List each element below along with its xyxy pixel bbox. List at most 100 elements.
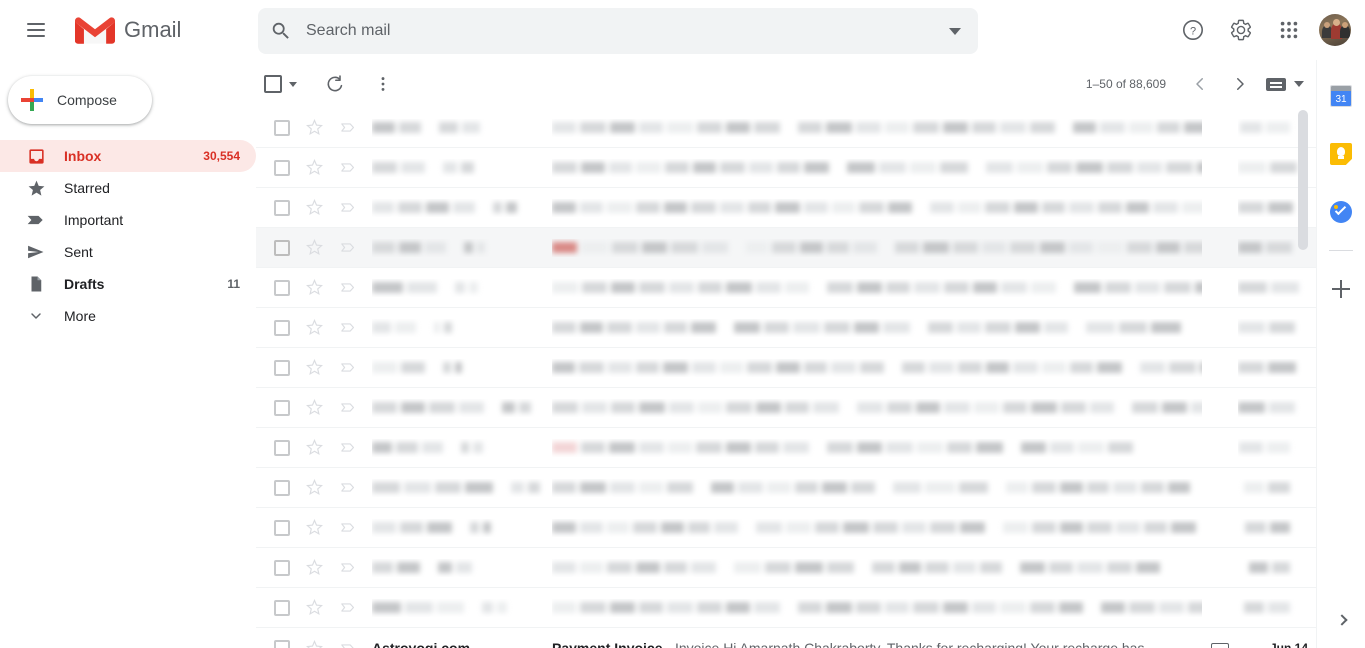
star-icon[interactable] — [304, 158, 324, 178]
important-icon[interactable] — [338, 438, 358, 458]
search-icon[interactable] — [258, 8, 304, 54]
star-icon[interactable] — [304, 478, 324, 498]
main-menu-icon[interactable] — [12, 6, 60, 54]
important-icon[interactable] — [338, 518, 358, 538]
table-row[interactable] — [256, 148, 1316, 188]
row-checkbox[interactable] — [274, 399, 290, 416]
tasks-button[interactable] — [1321, 192, 1361, 232]
redacted-text — [697, 601, 722, 613]
redacted-text — [697, 121, 722, 133]
search-input[interactable] — [304, 21, 932, 41]
row-checkbox[interactable] — [274, 239, 290, 256]
row-checkbox[interactable] — [274, 479, 290, 496]
row-checkbox[interactable] — [274, 159, 290, 176]
star-icon[interactable] — [304, 438, 324, 458]
avatar[interactable] — [1319, 14, 1351, 46]
previous-page-button[interactable] — [1180, 64, 1220, 104]
sidebar-item-sent[interactable]: Sent — [0, 236, 256, 268]
important-icon[interactable] — [338, 278, 358, 298]
table-row[interactable] — [256, 428, 1316, 468]
apps-button[interactable] — [1265, 6, 1313, 54]
important-icon[interactable] — [338, 598, 358, 618]
important-icon[interactable] — [338, 238, 358, 258]
table-row[interactable] — [256, 228, 1316, 268]
star-icon[interactable] — [304, 278, 324, 298]
table-row[interactable] — [256, 548, 1316, 588]
star-icon[interactable] — [304, 558, 324, 578]
row-sender — [372, 319, 552, 337]
redacted-gap — [487, 442, 497, 453]
star-icon[interactable] — [304, 118, 324, 138]
important-icon[interactable] — [338, 318, 358, 338]
redacted-text — [639, 601, 663, 613]
next-page-button[interactable] — [1220, 64, 1260, 104]
star-icon[interactable] — [304, 398, 324, 418]
important-icon[interactable] — [338, 478, 358, 498]
row-attachment[interactable] — [1202, 643, 1238, 648]
star-icon[interactable] — [304, 238, 324, 258]
plus-part — [30, 98, 34, 102]
support-button[interactable]: ? — [1169, 6, 1217, 54]
row-checkbox[interactable] — [274, 199, 290, 216]
select-all-checkbox[interactable] — [264, 75, 297, 93]
chevron-down-icon[interactable] — [1294, 81, 1304, 87]
row-checkbox[interactable] — [274, 279, 290, 296]
calendar-button[interactable]: 31 — [1321, 76, 1361, 116]
row-checkbox[interactable] — [274, 559, 290, 576]
star-icon[interactable] — [304, 198, 324, 218]
table-row[interactable] — [256, 308, 1316, 348]
input-tools-button[interactable] — [1266, 77, 1304, 91]
star-icon[interactable] — [304, 318, 324, 338]
refresh-button[interactable] — [315, 64, 355, 104]
redacted-text — [916, 401, 940, 413]
important-icon[interactable] — [338, 358, 358, 378]
table-row[interactable] — [256, 468, 1316, 508]
important-icon[interactable] — [338, 398, 358, 418]
table-row[interactable] — [256, 268, 1316, 308]
keep-button[interactable] — [1321, 134, 1361, 174]
settings-button[interactable] — [1217, 6, 1265, 54]
gmail-brand[interactable]: Gmail — [74, 14, 181, 46]
redacted-text — [972, 121, 996, 133]
star-icon[interactable] — [304, 518, 324, 538]
compose-button[interactable]: Compose — [8, 76, 152, 124]
important-icon[interactable] — [338, 158, 358, 178]
sidebar-item-inbox[interactable]: Inbox 30,554 — [0, 140, 256, 172]
row-checkbox[interactable] — [274, 119, 290, 136]
row-checkbox[interactable] — [274, 640, 290, 648]
table-row[interactable] — [256, 108, 1316, 148]
expand-side-panel-button[interactable] — [1322, 600, 1362, 640]
search-options-icon[interactable] — [932, 8, 978, 54]
more-options-button[interactable] — [363, 64, 403, 104]
list-scrollbar[interactable] — [1298, 110, 1308, 250]
search-bar[interactable] — [258, 8, 978, 54]
row-checkbox[interactable] — [274, 519, 290, 536]
redacted-text — [372, 561, 393, 573]
row-checkbox[interactable] — [274, 359, 290, 376]
redacted-text — [483, 521, 491, 533]
sidebar-item-starred[interactable]: Starred — [0, 172, 256, 204]
table-row[interactable] — [256, 588, 1316, 628]
table-row[interactable] — [256, 508, 1316, 548]
sidebar-item-more[interactable]: More — [0, 300, 256, 332]
star-icon[interactable] — [304, 358, 324, 378]
sidebar-item-drafts[interactable]: Drafts 11 — [0, 268, 256, 300]
table-row[interactable] — [256, 188, 1316, 228]
redacted-gap — [888, 362, 898, 373]
important-icon[interactable] — [338, 638, 358, 648]
row-checkbox[interactable] — [274, 439, 290, 456]
important-icon[interactable] — [338, 558, 358, 578]
table-row[interactable] — [256, 348, 1316, 388]
chevron-down-icon[interactable] — [289, 81, 297, 87]
star-icon[interactable] — [304, 598, 324, 618]
star-icon[interactable] — [304, 638, 324, 648]
table-row[interactable]: Astroyogi.com Payment Invoice - Invoice H… — [256, 628, 1316, 648]
row-checkbox[interactable] — [274, 319, 290, 336]
important-icon[interactable] — [338, 198, 358, 218]
row-checkbox[interactable] — [274, 599, 290, 616]
table-row[interactable] — [256, 388, 1316, 428]
add-addon-button[interactable] — [1321, 269, 1361, 309]
important-icon[interactable] — [338, 118, 358, 138]
redacted-text — [1010, 241, 1036, 253]
sidebar-item-important[interactable]: Important — [0, 204, 256, 236]
